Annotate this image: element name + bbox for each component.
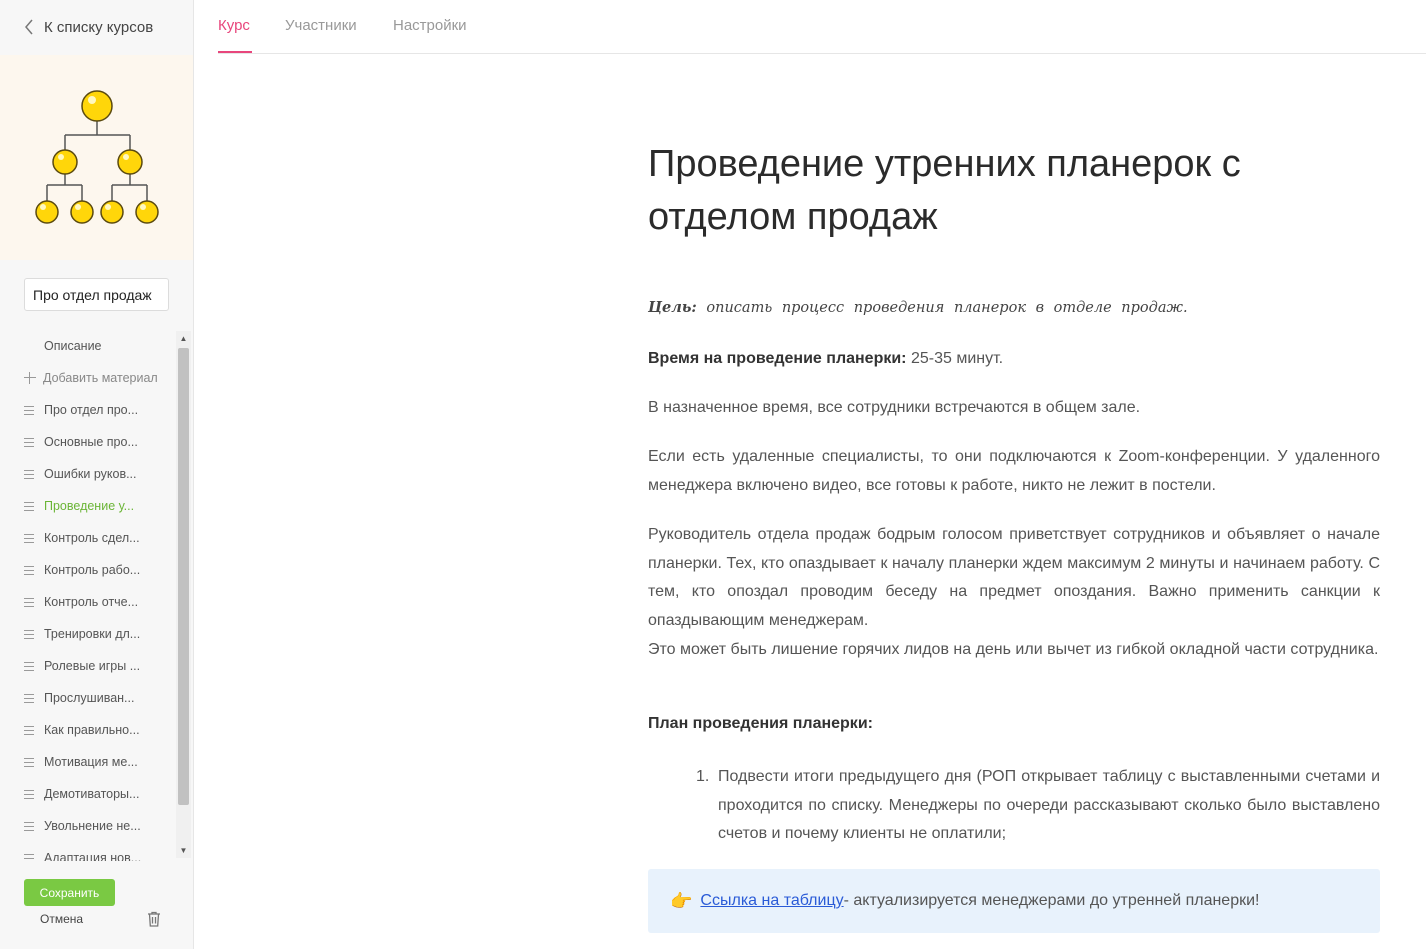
back-link-label: К списку курсов: [44, 18, 154, 36]
save-button[interactable]: Сохранить: [24, 879, 115, 906]
pointing-hand-icon: 👉: [670, 890, 693, 911]
paragraph-4: Это может быть лишение горячих лидов на …: [648, 641, 1379, 658]
lesson-list: Описание Добавить материал Про отдел про..…: [0, 331, 176, 861]
sidebar: К списку курсов Про отдел продаж Описани…: [0, 0, 194, 949]
table-link[interactable]: Ссылка на таблицу: [700, 892, 843, 910]
lesson-label: Основные про...: [44, 435, 138, 449]
lesson-item[interactable]: Контроль сдел...: [24, 527, 140, 549]
tab-settings[interactable]: Настройки: [393, 17, 467, 34]
lesson-label: Увольнение не...: [44, 819, 141, 833]
paragraph-1: В назначенное время, все сотрудники встр…: [648, 399, 1141, 416]
lesson-label: Контроль отче...: [44, 595, 139, 609]
drag-handle-icon[interactable]: [24, 501, 34, 511]
lesson-label: Адаптация нов...: [44, 851, 142, 861]
lesson-item[interactable]: Проведение у...: [24, 495, 134, 517]
tab-course[interactable]: Курс: [218, 17, 250, 34]
sidebar-item-description[interactable]: Описание: [44, 335, 102, 357]
lesson-item[interactable]: Ошибки руков...: [24, 463, 137, 485]
lesson-label: Описание: [44, 339, 102, 353]
callout-box: 👉 Ссылка на таблицу - актуализируется ме…: [648, 869, 1380, 933]
drag-handle-icon[interactable]: [24, 533, 34, 543]
lesson-label: Ролевые игры ...: [44, 659, 141, 673]
lesson-label: Проведение у...: [44, 499, 135, 513]
lesson-label: Ошибки руков...: [44, 467, 137, 481]
lesson-item[interactable]: Контроль рабо...: [24, 559, 140, 581]
paragraph-2: Если есть удаленные специалисты, то они …: [648, 448, 1380, 494]
time-paragraph: Время на проведение планерки: 25-35 мину…: [648, 345, 1380, 374]
callout-text: - актуализируется менеджерами до утренне…: [843, 892, 1260, 909]
lesson-list-scrollbar[interactable]: ▲ ▼: [176, 331, 191, 858]
drag-handle-icon[interactable]: [24, 853, 34, 862]
drag-handle-icon[interactable]: [24, 405, 34, 415]
paragraph-3: Руководитель отдела продаж бодрым голосо…: [648, 526, 1380, 629]
add-material-button[interactable]: Добавить материал: [24, 367, 158, 389]
chevron-left-icon: [24, 19, 34, 35]
org-chart-icon: [35, 90, 159, 224]
time-value: 25-35 минут.: [906, 350, 1004, 367]
drag-handle-icon[interactable]: [24, 469, 34, 479]
lesson-label: Демотиваторы...: [44, 787, 140, 801]
lesson-item[interactable]: Тренировки дл...: [24, 623, 140, 645]
course-cover-image[interactable]: [0, 55, 193, 260]
goal-label: Цель:: [648, 299, 697, 316]
lesson-label: Добавить материал: [43, 371, 158, 385]
lesson-label: Мотивация ме...: [44, 755, 138, 769]
trash-icon[interactable]: [147, 911, 161, 932]
top-tabs: Курс Участники Настройки: [218, 0, 1426, 54]
lesson-item[interactable]: Прослушиван...: [24, 687, 134, 709]
tab-participants[interactable]: Участники: [285, 17, 357, 34]
drag-handle-icon[interactable]: [24, 757, 34, 767]
drag-handle-icon[interactable]: [24, 629, 34, 639]
active-tab-underline: [218, 51, 252, 53]
lesson-label: Контроль рабо...: [44, 563, 141, 577]
plan-item-number: 1.: [696, 768, 710, 785]
lesson-item[interactable]: Основные про...: [24, 431, 138, 453]
drag-handle-icon[interactable]: [24, 661, 34, 671]
goal-line: Цель: описать процесс проведения планеро…: [648, 299, 1388, 316]
lesson-item[interactable]: Демотиваторы...: [24, 783, 139, 805]
lesson-item[interactable]: Как правильно...: [24, 719, 140, 741]
plan-title: План проведения планерки:: [648, 715, 873, 732]
drag-handle-icon[interactable]: [24, 693, 34, 703]
app-root: К списку курсов Про отдел продаж Описани…: [0, 0, 1426, 949]
lesson-label: Прослушиван...: [44, 691, 135, 705]
goal-text: описать процесс проведения планерок в от…: [696, 300, 1188, 316]
plus-icon: [24, 372, 36, 384]
lesson-item[interactable]: Мотивация ме...: [24, 751, 138, 773]
lesson-item[interactable]: Адаптация нов...: [24, 847, 141, 861]
lesson-label: Про отдел про...: [44, 403, 139, 417]
scroll-thumb[interactable]: [178, 348, 189, 805]
back-to-courses-link[interactable]: К списку курсов: [24, 14, 153, 40]
time-label: Время на проведение планерки:: [648, 350, 907, 367]
lesson-label: Тренировки дл...: [44, 627, 141, 641]
drag-handle-icon[interactable]: [24, 597, 34, 607]
cancel-link[interactable]: Отмена: [40, 912, 83, 926]
lesson-label: Как правильно...: [44, 723, 140, 737]
lesson-item[interactable]: Про отдел про...: [24, 399, 138, 421]
scroll-up-arrow-icon[interactable]: ▲: [176, 331, 191, 346]
drag-handle-icon[interactable]: [24, 565, 34, 575]
plan-item: Подвести итоги предыдущего дня (РОП откр…: [718, 768, 1380, 843]
course-title-field[interactable]: Про отдел продаж: [24, 278, 169, 311]
drag-handle-icon[interactable]: [24, 437, 34, 447]
drag-handle-icon[interactable]: [24, 821, 34, 831]
lesson-item[interactable]: Ролевые игры ...: [24, 655, 140, 677]
lesson-item[interactable]: Контроль отче...: [24, 591, 138, 613]
lesson-label: Контроль сдел...: [44, 531, 140, 545]
drag-handle-icon[interactable]: [24, 725, 34, 735]
drag-handle-icon[interactable]: [24, 789, 34, 799]
page-title: Проведение утренних планерок с отделом п…: [648, 143, 1241, 238]
lesson-item[interactable]: Увольнение не...: [24, 815, 141, 837]
scroll-down-arrow-icon[interactable]: ▼: [176, 843, 191, 858]
